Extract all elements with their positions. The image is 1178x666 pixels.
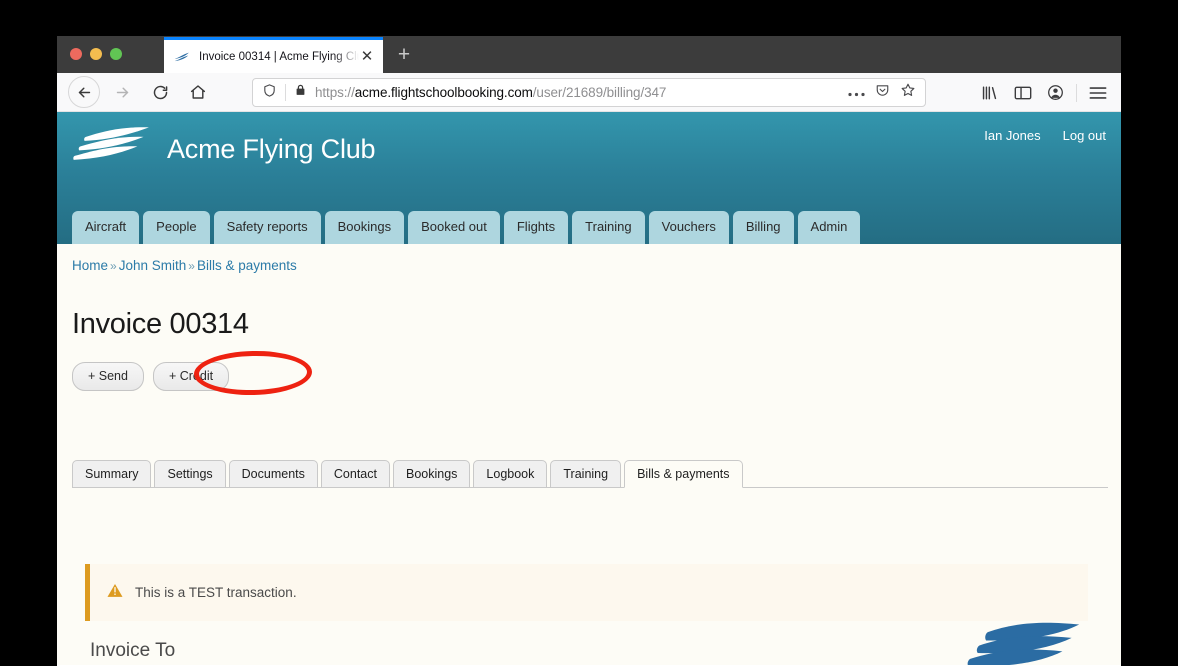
nav-tab-people[interactable]: People xyxy=(143,211,210,244)
new-tab-button[interactable]: + xyxy=(393,44,415,66)
urlbar-divider xyxy=(285,84,286,101)
logout-link[interactable]: Log out xyxy=(1063,128,1106,143)
test-transaction-alert: This is a TEST transaction. xyxy=(85,564,1088,621)
nav-tab-booked-out[interactable]: Booked out xyxy=(408,211,500,244)
browser-window: Invoice 00314 | Acme Flying Clu ✕ + http… xyxy=(57,36,1121,666)
maximize-window-button[interactable] xyxy=(110,48,122,60)
breadcrumb: Home» John Smith» Bills & payments xyxy=(72,258,297,273)
nav-tab-training[interactable]: Training xyxy=(572,211,645,244)
browser-titlebar: Invoice 00314 | Acme Flying Clu ✕ + xyxy=(57,36,1121,73)
reload-icon[interactable] xyxy=(144,76,176,108)
nav-tab-bookings[interactable]: Bookings xyxy=(324,211,405,244)
breadcrumb-separator: » xyxy=(110,259,117,273)
hamburger-menu-icon[interactable] xyxy=(1081,76,1114,109)
nav-tab-aircraft[interactable]: Aircraft xyxy=(72,211,140,244)
toolbar-divider xyxy=(1076,83,1077,102)
minimize-window-button[interactable] xyxy=(90,48,102,60)
close-window-button[interactable] xyxy=(70,48,82,60)
sub-tab-logbook[interactable]: Logbook xyxy=(473,459,548,488)
browser-tab-title: Invoice 00314 | Acme Flying Clu xyxy=(199,50,359,63)
pocket-icon[interactable] xyxy=(875,83,890,103)
padlock-icon[interactable] xyxy=(294,83,307,102)
breadcrumb-current[interactable]: Bills & payments xyxy=(197,258,297,273)
invoice-action-buttons: + Send + Credit xyxy=(72,362,230,392)
user-account-area: Ian Jones Log out xyxy=(984,128,1106,143)
sub-tab-training[interactable]: Training xyxy=(550,459,622,488)
sub-tab-contact[interactable]: Contact xyxy=(320,459,390,488)
invoice-to-heading: Invoice To xyxy=(90,640,176,661)
back-arrow-icon[interactable] xyxy=(68,76,100,108)
sidebar-icon[interactable] xyxy=(1006,76,1039,109)
current-user-name[interactable]: Ian Jones xyxy=(984,128,1040,143)
url-bar[interactable]: https://acme.flightschoolbooking.com/use… xyxy=(252,78,926,107)
nav-tab-vouchers[interactable]: Vouchers xyxy=(648,211,729,244)
tracking-protection-shield-icon[interactable] xyxy=(262,83,277,103)
invoice-to-block: Invoice To John Smith This is xyxy=(90,640,175,665)
nav-tab-safety-reports[interactable]: Safety reports xyxy=(213,211,321,244)
browser-toolbar: https://acme.flightschoolbooking.com/use… xyxy=(57,73,1121,112)
sub-tab-settings[interactable]: Settings xyxy=(154,459,226,488)
sub-tab-summary[interactable]: Summary xyxy=(72,459,152,488)
breadcrumb-home[interactable]: Home xyxy=(72,258,108,273)
window-traffic-lights xyxy=(70,48,122,60)
acme-flying-club-favicon xyxy=(175,52,189,62)
close-icon[interactable]: ✕ xyxy=(359,49,375,65)
library-icon[interactable] xyxy=(973,76,1006,109)
site-header: Acme Flying Club Ian Jones Log out Aircr… xyxy=(57,112,1121,244)
acme-flying-club-logo-icon xyxy=(967,622,1080,665)
breadcrumb-separator: » xyxy=(188,259,195,273)
sub-tab-bookings[interactable]: Bookings xyxy=(392,459,471,488)
sub-tab-documents[interactable]: Documents xyxy=(228,459,318,488)
warning-triangle-icon xyxy=(107,583,123,603)
breadcrumb-person[interactable]: John Smith xyxy=(119,258,187,273)
nav-tab-flights[interactable]: Flights xyxy=(503,211,569,244)
sub-tab-bills-and-payments[interactable]: Bills & payments xyxy=(624,459,743,488)
main-navigation-tabs: Aircraft People Safety reports Bookings … xyxy=(72,211,861,244)
invoice-logo-block: Acme Flying Club xyxy=(947,622,1102,665)
acme-flying-club-logo-icon xyxy=(73,127,149,160)
url-text[interactable]: https://acme.flightschoolbooking.com/use… xyxy=(315,85,838,100)
star-icon[interactable] xyxy=(900,82,916,103)
forward-arrow-icon[interactable] xyxy=(106,76,138,108)
account-icon[interactable] xyxy=(1039,76,1072,109)
browser-tab-active[interactable]: Invoice 00314 | Acme Flying Clu ✕ xyxy=(164,37,383,73)
site-title: Acme Flying Club xyxy=(167,134,376,164)
ellipsis-icon[interactable] xyxy=(848,84,865,102)
page-viewport: Acme Flying Club Ian Jones Log out Aircr… xyxy=(57,112,1121,665)
alert-message: This is a TEST transaction. xyxy=(135,585,297,600)
nav-tab-billing[interactable]: Billing xyxy=(732,211,794,244)
nav-tab-admin[interactable]: Admin xyxy=(797,211,861,244)
url-domain: acme.flightschoolbooking.com xyxy=(354,85,533,100)
user-section-tabs: Summary Settings Documents Contact Booki… xyxy=(72,459,1108,488)
url-scheme: https:// xyxy=(315,85,355,100)
url-path: /user/21689/billing/347 xyxy=(532,85,667,100)
send-button[interactable]: + Send xyxy=(72,362,144,392)
page-title: Invoice 00314 xyxy=(72,308,249,340)
toolbar-right-icons xyxy=(973,73,1114,112)
credit-button[interactable]: + Credit xyxy=(152,362,230,392)
home-icon[interactable] xyxy=(182,76,214,108)
